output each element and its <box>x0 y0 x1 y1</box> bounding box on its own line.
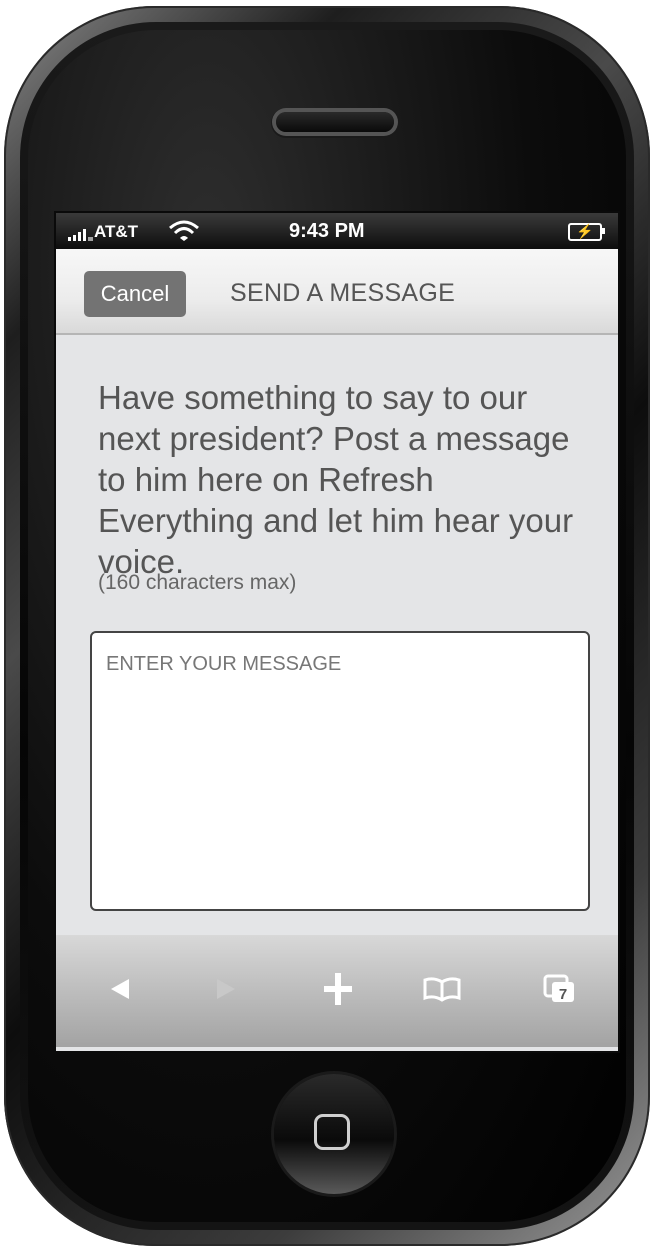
signal-bars-icon <box>68 223 93 241</box>
home-square-icon <box>314 1114 350 1150</box>
home-button[interactable] <box>274 1074 394 1194</box>
plus-icon <box>324 973 352 1005</box>
message-input[interactable] <box>92 633 588 909</box>
wifi-icon <box>169 220 199 241</box>
bookmarks-button[interactable] <box>412 961 472 1017</box>
pages-icon: 7 <box>543 974 574 1003</box>
character-limit-note: (160 characters max) <box>98 571 297 594</box>
speaker-grille <box>276 112 394 132</box>
add-button[interactable] <box>308 961 368 1017</box>
browser-toolbar: 7 <box>56 935 618 1047</box>
bookmarks-book-icon <box>423 977 461 1002</box>
navigation-bar: Cancel SEND A MESSAGE <box>56 249 618 335</box>
phone-screen: AT&T 9:43 PM ⚡ Cancel SEND A MESSAGE Hav… <box>54 211 620 1053</box>
cancel-button[interactable]: Cancel <box>84 271 186 317</box>
page-title: SEND A MESSAGE <box>230 279 456 307</box>
message-box <box>90 631 590 911</box>
battery-charging-icon: ⚡ <box>568 223 605 241</box>
back-button[interactable] <box>90 961 150 1017</box>
pages-button[interactable]: 7 <box>530 961 590 1017</box>
forward-arrow-icon <box>217 979 235 999</box>
carrier-name: AT&T <box>94 222 139 241</box>
back-arrow-icon <box>111 979 129 999</box>
status-time: 9:43 PM <box>289 220 365 242</box>
forward-button[interactable] <box>196 961 256 1017</box>
intro-text: Have something to say to our next presid… <box>98 379 574 580</box>
pages-count: 7 <box>559 986 567 1003</box>
status-bar: AT&T 9:43 PM ⚡ <box>56 213 618 249</box>
